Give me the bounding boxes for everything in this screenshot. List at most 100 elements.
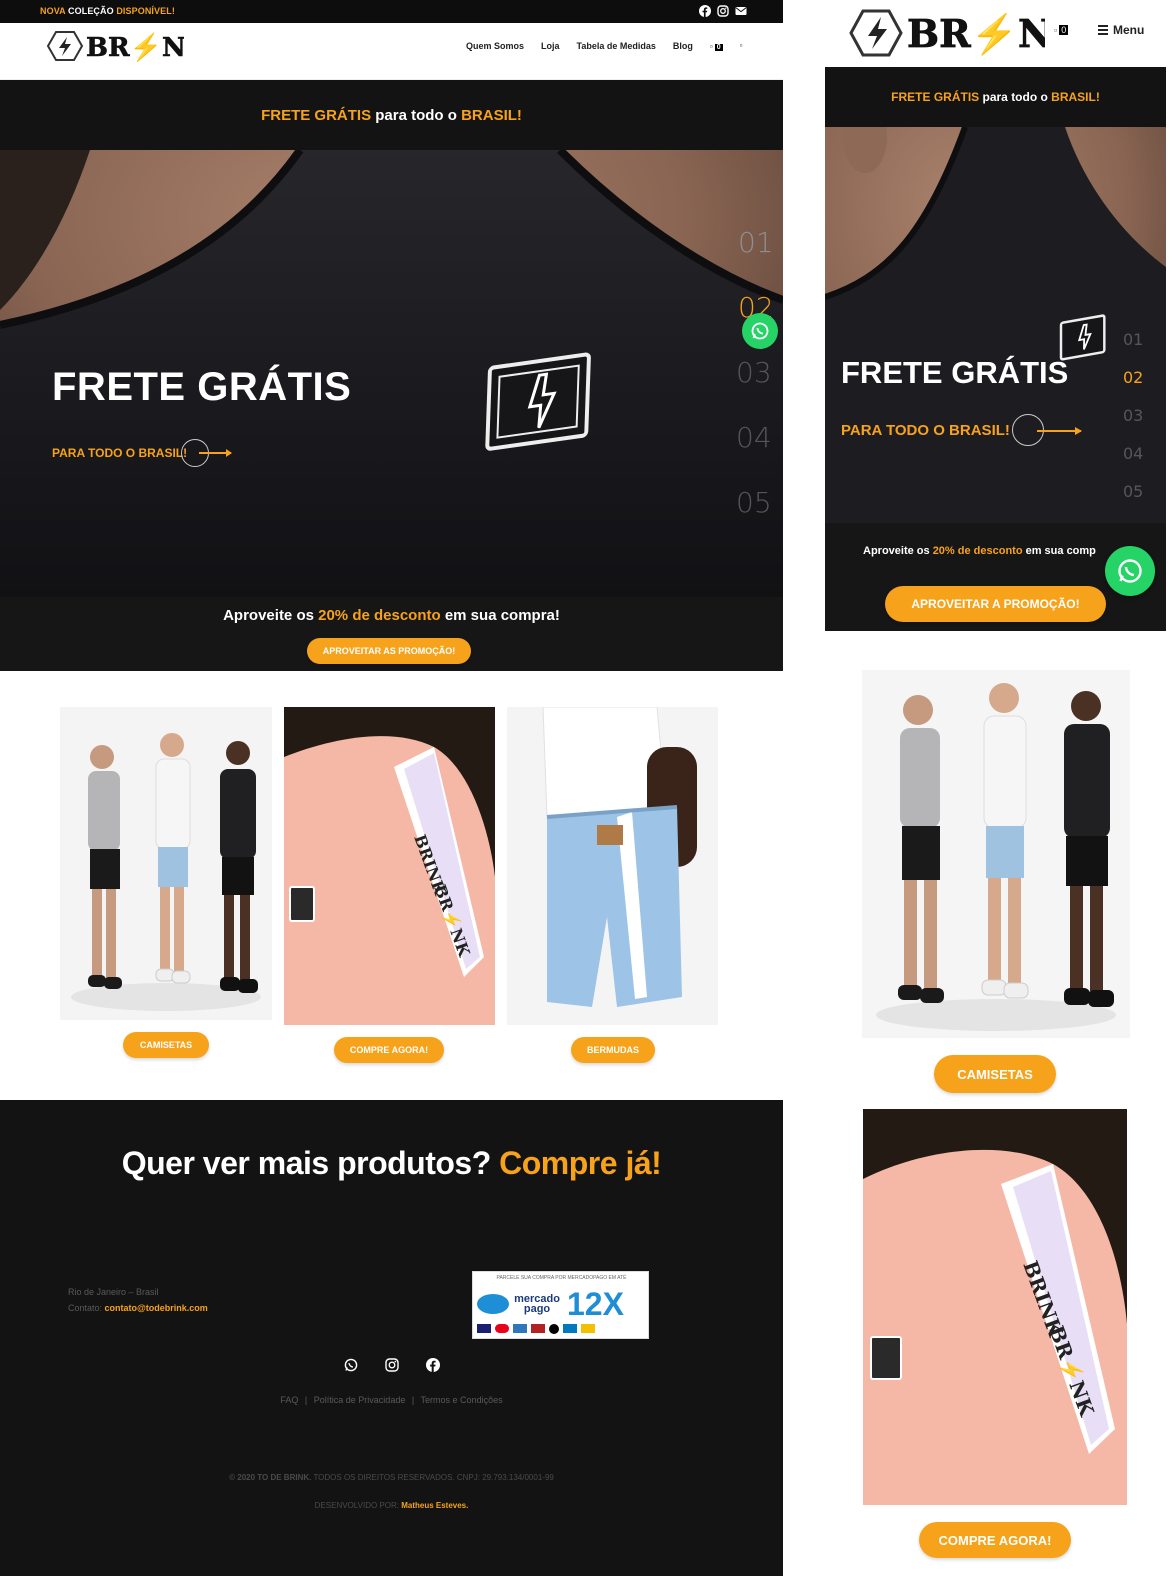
mobile-hero-title: FRETE GRÁTIS [841, 355, 1069, 390]
footer-link-privacy[interactable]: Política de Privacidade [314, 1395, 406, 1405]
mobile-hero-photo [825, 127, 1166, 523]
mobile-compre-agora-button[interactable]: COMPRE AGORA! [919, 1522, 1071, 1558]
mobile-product-image-tshirt-pink[interactable]: BRINK BR⚡NK [863, 1109, 1127, 1505]
slide-nav-05[interactable]: 05 [736, 486, 772, 519]
search-icon[interactable]: ▫ [740, 41, 743, 51]
discount-text-highlight: 20% de desconto [318, 607, 441, 624]
top-bar: NOVA COLEÇÃO DISPONÍVEL! [0, 0, 783, 23]
discount-text-1: Aproveite os [223, 607, 319, 624]
mobile-discount-text-1: Aproveite os [863, 545, 933, 557]
desktop-view: NOVA COLEÇÃO DISPONÍVEL! BR⚡NK Qu [0, 0, 783, 1576]
mobile-slide-nav-05[interactable]: 05 [1123, 482, 1143, 501]
instagram-icon[interactable] [717, 4, 729, 17]
visa-icon [477, 1324, 491, 1333]
facebook-icon[interactable] [426, 1358, 440, 1372]
mercadopago-installments: 12X [567, 1286, 624, 1322]
mobile-logo-text: BR⚡NK [907, 11, 1045, 57]
handshake-icon [477, 1294, 509, 1314]
nav-item-quem-somos[interactable]: Quem Somos [466, 41, 524, 51]
nav-item-tabela[interactable]: Tabela de Medidas [577, 41, 656, 51]
cart-count-badge: 0 [714, 44, 723, 51]
product-image-tshirt-pink[interactable]: BRINK BR⚡NK [284, 707, 495, 1025]
arrow-right-icon[interactable] [199, 449, 232, 457]
footer-contact-email[interactable]: contato@todebrink.com [105, 1303, 208, 1313]
footer-link-terms[interactable]: Termos e Condições [421, 1395, 503, 1405]
mobile-slide-nav-01[interactable]: 01 [1123, 330, 1143, 349]
card-brand-icons [477, 1324, 595, 1334]
mobile-whatsapp-float-button[interactable] [1105, 546, 1155, 596]
whatsapp-float-button[interactable] [742, 313, 778, 349]
cta-heading-highlight[interactable]: Compre já! [499, 1145, 662, 1181]
mobile-brand-logo[interactable]: BR⚡NK [847, 5, 1045, 61]
slide-nav-04[interactable]: 04 [736, 421, 772, 454]
whatsapp-icon [1118, 559, 1142, 583]
mobile-menu-label: Menu [1113, 23, 1145, 37]
nav-item-blog[interactable]: Blog [673, 41, 693, 51]
mobile-promo-button[interactable]: APROVEITAR A PROMOÇÃO! [885, 586, 1106, 622]
hamburger-icon [1098, 25, 1108, 35]
top-social-links [699, 4, 747, 18]
frete-banner-brasil: BRASIL! [461, 106, 522, 124]
mobile-hero-subtitle-link[interactable]: PARA TODO O BRASIL! [841, 422, 1010, 439]
site-header: BR⚡NK Quem Somos Loja Tabela de Medidas … [0, 23, 783, 80]
footer-contact-label: Contato: [68, 1303, 105, 1313]
slide-nav-01[interactable]: 01 [738, 226, 774, 259]
mobile-slide-nav-03[interactable]: 03 [1123, 406, 1143, 425]
instagram-icon[interactable] [385, 1358, 399, 1372]
mercadopago-header: PARCELE SUA COMPRA POR MERCADOPAGO EM AT… [496, 1275, 627, 1281]
mobile-header: BR⚡NK ▫0 Menu [825, 0, 1166, 67]
footer-links: FAQ | Política de Privacidade | Termos e… [280, 1395, 503, 1405]
mobile-product-image-camisetas[interactable] [862, 670, 1130, 1038]
cart-icon: ▫ [1054, 25, 1058, 35]
compre-agora-button[interactable]: COMPRE AGORA! [334, 1037, 444, 1063]
hero-slider: FRETE GRÁTIS PARA TODO O BRASIL! 01 02 0… [0, 150, 783, 598]
slide-nav-03[interactable]: 03 [736, 356, 772, 389]
cta-heading: Quer ver mais produtos? Compre já! [0, 1145, 783, 1182]
footer-link-faq[interactable]: FAQ [280, 1395, 298, 1405]
whatsapp-icon[interactable] [344, 1358, 358, 1372]
mobile-cart-count-badge: 0 [1059, 25, 1069, 35]
product-image-camisetas[interactable] [60, 707, 272, 1020]
diners-icon [563, 1324, 577, 1333]
product-image-bermudas[interactable] [507, 707, 718, 1025]
discount-text-2: em sua compra! [440, 607, 560, 624]
brand-logo[interactable]: BR⚡NK [44, 29, 184, 63]
mobile-slide-nav-04[interactable]: 04 [1123, 444, 1143, 463]
promo-button[interactable]: APROVEITAR AS PROMOÇÃO! [307, 638, 471, 664]
cart-link[interactable]: ▫ 0 [710, 41, 723, 51]
mobile-view: BR⚡NK ▫0 Menu FRETE GRÁTIS para todo o B… [825, 0, 1166, 1576]
footer-contact: Contato: contato@todebrink.com [68, 1303, 208, 1313]
mobile-discount-text: Aproveite os 20% de desconto em sua comp [863, 545, 1096, 557]
frete-banner-highlight: FRETE GRÁTIS [261, 106, 372, 124]
nav-item-loja[interactable]: Loja [541, 41, 560, 51]
copyright-strong: © 2020 TO DE BRINK. [229, 1473, 312, 1482]
whatsapp-icon [751, 322, 769, 340]
promo-word-disponivel: DISPONÍVEL! [116, 6, 175, 16]
top-bar-promo: NOVA COLEÇÃO DISPONÍVEL! [40, 6, 175, 16]
mobile-frete-banner: FRETE GRÁTIS para todo o BRASIL! [825, 67, 1166, 127]
main-nav: Quem Somos Loja Tabela de Medidas Blog ▫… [466, 41, 742, 51]
camisetas-button[interactable]: CAMISETAS [123, 1032, 209, 1058]
mobile-cart-link[interactable]: ▫ 0 [1054, 25, 1069, 35]
hero-title: FRETE GRÁTIS [52, 365, 352, 409]
copyright-rest: TODOS OS DIREITOS RESERVADOS. CNPJ: 29.7… [311, 1473, 554, 1482]
boleto-icon [581, 1324, 595, 1333]
mobile-discount-highlight: 20% de desconto [932, 545, 1023, 557]
mobile-menu-button[interactable]: Menu [1098, 23, 1144, 37]
mobile-camisetas-button[interactable]: CAMISETAS [934, 1055, 1056, 1093]
arrow-right-icon[interactable] [1037, 427, 1082, 435]
mobile-slide-nav-02[interactable]: 02 [1123, 368, 1143, 387]
mercadopago-brand: mercado pago [514, 1293, 560, 1315]
developer-name-link[interactable]: Matheus Esteves. [401, 1501, 468, 1510]
amex-icon [513, 1324, 527, 1333]
copyright: © 2020 TO DE BRINK. TODOS OS DIREITOS RE… [0, 1473, 783, 1482]
mail-icon[interactable] [735, 4, 747, 16]
promo-word-colecao: COLEÇÃO [68, 6, 114, 16]
mobile-frete-highlight: FRETE GRÁTIS [891, 90, 980, 104]
footer-location: Rio de Janeiro – Brasil [68, 1287, 159, 1297]
hipercard-icon [531, 1324, 545, 1333]
bermudas-button[interactable]: BERMUDAS [571, 1037, 655, 1063]
facebook-icon[interactable] [699, 4, 711, 18]
hero-subtitle-link[interactable]: PARA TODO O BRASIL! [52, 446, 187, 460]
mobile-discount-text-2: em sua comp [1022, 545, 1096, 557]
